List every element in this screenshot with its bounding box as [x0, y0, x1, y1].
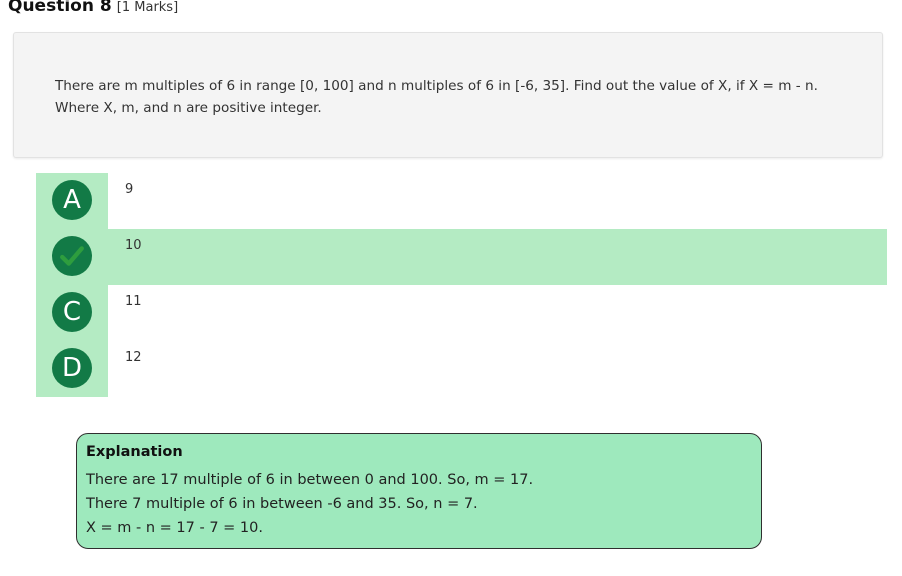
options-list: A 9 10 C 11 D 12 — [36, 173, 887, 397]
question-box: There are m multiples of 6 in range [0, … — [13, 32, 883, 158]
option-d-marker: D — [36, 341, 108, 397]
option-d-text: 12 — [125, 350, 142, 365]
option-c-text: 11 — [125, 294, 142, 309]
question-title: Question 8 — [8, 0, 112, 16]
explanation-box: Explanation There are 17 multiple of 6 i… — [76, 433, 762, 549]
question-text: There are m multiples of 6 in range [0, … — [55, 78, 818, 116]
option-b[interactable]: 10 — [36, 229, 887, 285]
option-a-marker: A — [36, 173, 108, 229]
option-b-text: 10 — [125, 238, 142, 253]
option-a-letter: A — [52, 180, 92, 220]
question-header: Question 8 [1 Marks] — [8, 0, 178, 16]
explanation-line-1: There are 17 multiple of 6 in between 0 … — [86, 472, 534, 488]
option-d[interactable]: D 12 — [36, 341, 887, 397]
option-c-letter: C — [52, 292, 92, 332]
option-b-marker — [36, 229, 108, 285]
checkmark-icon — [60, 246, 84, 266]
question-marks: [1 Marks] — [116, 0, 179, 15]
option-a-text: 9 — [125, 182, 134, 197]
explanation-line-3: X = m - n = 17 - 7 = 10. — [86, 520, 263, 536]
explanation-line-2: There 7 multiple of 6 in between -6 and … — [86, 496, 478, 512]
option-a[interactable]: A 9 — [36, 173, 887, 229]
explanation-title: Explanation — [86, 444, 183, 460]
option-d-letter: D — [52, 348, 92, 388]
option-b-circle — [52, 236, 92, 276]
option-c[interactable]: C 11 — [36, 285, 887, 341]
option-c-marker: C — [36, 285, 108, 341]
